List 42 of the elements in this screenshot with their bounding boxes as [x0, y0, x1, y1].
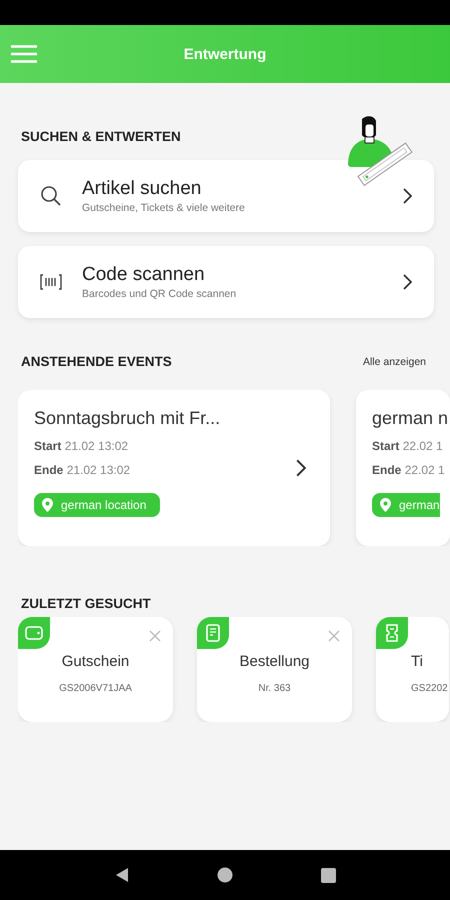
scan-action-card[interactable]: Code scannen Barcodes und QR Code scannen — [18, 246, 434, 318]
recents-icon[interactable] — [321, 868, 336, 882]
event-title: german n — [372, 408, 448, 429]
chevron-icon — [402, 188, 412, 204]
recent-item-card[interactable]: Gutschein GS2006V71JAA — [18, 617, 173, 722]
event-start: Start 21.02 13:02 — [34, 439, 128, 453]
event-end: Ende 21.02 13:02 — [34, 463, 130, 477]
item-title: Bestellung — [239, 653, 310, 670]
event-card[interactable]: Sonntagsbruch mit Fr... Start 21.02 13:02 Ende 21.02 13:02 german location — [18, 390, 330, 546]
event-card[interactable]: german n Start 22.02 1 Ende 22.02 1 german — [356, 390, 450, 546]
barcode-icon — [40, 274, 62, 290]
location-chip: german — [372, 493, 440, 517]
event-end: Ende 22.02 1 — [372, 463, 445, 477]
search-icon — [40, 185, 62, 207]
item-title: Ti — [411, 653, 423, 670]
recent-item-card[interactable]: Bestellung Nr. 363 — [197, 617, 352, 722]
action-title: Code scannen — [82, 264, 206, 286]
chevron-icon — [402, 274, 412, 290]
event-start: Start 22.02 1 — [372, 439, 443, 453]
recent-item-card[interactable]: Ti GS2202 — [376, 617, 449, 722]
location-chip: german location — [34, 493, 160, 517]
location-pin-icon — [380, 498, 391, 512]
section-heading: ANSTEHENDE EVENTS — [21, 354, 172, 369]
item-code: Nr. 363 — [258, 683, 291, 694]
item-code: GS2202 — [411, 683, 448, 694]
section-heading: ZULETZT GESUCHT — [21, 596, 152, 611]
section-heading: SUCHEN & ENTWERTEN — [21, 129, 181, 144]
ticket-icon — [386, 624, 398, 642]
show-all-link[interactable]: Alle anzeigen — [362, 356, 426, 368]
location-pin-icon — [42, 498, 53, 512]
screen-title: Entwertung — [184, 46, 266, 62]
home-icon[interactable] — [217, 867, 234, 883]
wallet-icon — [25, 625, 43, 641]
receipt-icon — [206, 624, 220, 642]
action-subtitle: Barcodes und QR Code scannen — [82, 288, 238, 300]
item-code: GS2006V71JAA — [59, 683, 132, 694]
back-icon[interactable] — [114, 867, 130, 883]
event-title: Sonntagsbruch mit Fr... — [34, 408, 220, 429]
action-title: Artikel suchen — [82, 178, 202, 200]
item-title: Gutschein — [62, 653, 130, 670]
action-subtitle: Gutscheine, Tickets & viele weitere — [82, 202, 246, 214]
chevron-icon — [295, 459, 306, 477]
